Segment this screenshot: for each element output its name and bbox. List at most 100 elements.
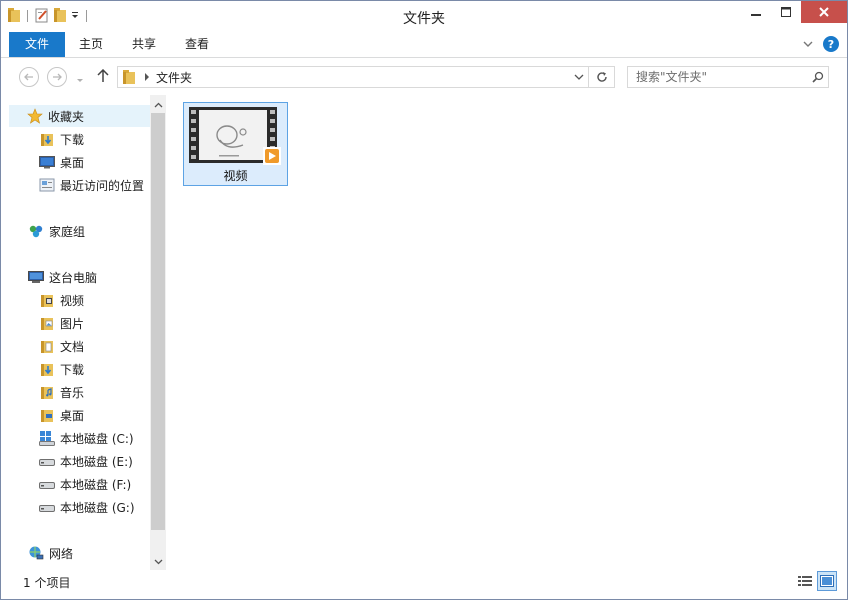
sidebar-item-label: 本地磁盘 (G:) [60, 500, 135, 515]
large-icons-view-button[interactable] [817, 571, 837, 591]
minimize-icon [751, 14, 761, 16]
scroll-up-button[interactable] [150, 97, 166, 113]
downloads-folder-icon [39, 131, 55, 147]
breadcrumb[interactable]: 文件夹 [156, 69, 192, 86]
arrow-right-icon [53, 73, 62, 81]
scroll-down-button[interactable] [150, 554, 166, 570]
back-button[interactable] [19, 67, 39, 87]
ribbon-right: ? [803, 36, 839, 52]
hard-drive-icon [39, 453, 55, 469]
explorer-window: 文件夹 文件 主页 共享 查看 ? 文件夹 搜索"文件夹" 收藏夹 下载 桌面 … [0, 0, 848, 600]
tab-home[interactable]: 主页 [65, 32, 117, 57]
file-item-label: 视频 [223, 169, 248, 183]
recent-locations-button[interactable] [76, 73, 84, 87]
downloads-folder-icon [39, 361, 55, 377]
sidebar-item-network[interactable]: 网络 [28, 542, 73, 564]
navigation-bar: 文件夹 [1, 58, 847, 95]
sidebar-item-label: 下载 [60, 362, 85, 377]
up-button[interactable] [97, 68, 109, 86]
refresh-button[interactable] [589, 66, 615, 88]
file-list[interactable]: 视频 [167, 95, 847, 570]
ribbon: 文件 主页 共享 查看 ? [1, 31, 847, 58]
sidebar-item-label: 家庭组 [49, 224, 86, 239]
sidebar-item-pictures[interactable]: 图片 [39, 312, 84, 334]
breadcrumb-chevron-icon[interactable] [144, 73, 150, 81]
sidebar-item-label: 音乐 [60, 385, 85, 400]
sidebar-item-videos[interactable]: 视频 [39, 289, 84, 311]
sidebar-item-label: 下载 [60, 132, 85, 147]
sidebar-item-documents[interactable]: 文档 [39, 335, 84, 357]
system-drive-icon [39, 430, 55, 446]
sidebar-item-drive-c[interactable]: 本地磁盘 (C:) [39, 427, 134, 449]
recent-places-icon [39, 177, 55, 193]
hard-drive-icon [39, 476, 55, 492]
scroll-thumb[interactable] [151, 113, 165, 530]
sidebar-item-label: 网络 [49, 546, 74, 561]
sidebar-item-homegroup[interactable]: 家庭组 [28, 220, 85, 242]
sidebar-item-label: 视频 [60, 293, 85, 308]
tab-file[interactable]: 文件 [9, 32, 65, 57]
video-thumbnail-icon [189, 107, 281, 165]
chevron-down-icon [154, 559, 162, 565]
music-folder-icon [39, 384, 55, 400]
sidebar-item-downloads[interactable]: 下载 [39, 128, 84, 150]
title-bar: 文件夹 [1, 1, 847, 31]
window-title: 文件夹 [403, 11, 445, 27]
search-input[interactable] [636, 68, 812, 86]
desktop-folder-icon [39, 407, 55, 423]
large-icons-view-icon [820, 575, 834, 587]
help-button[interactable]: ? [823, 36, 839, 52]
item-count: 1 个项目 [23, 576, 71, 590]
file-item-video[interactable]: 视频 [183, 102, 288, 186]
details-view-button[interactable] [795, 571, 815, 591]
sidebar-item-music[interactable]: 音乐 [39, 381, 84, 403]
network-icon [28, 545, 44, 561]
sidebar-item-label: 本地磁盘 (C:) [60, 431, 134, 446]
search-icon[interactable] [812, 71, 824, 83]
address-bar[interactable]: 文件夹 [117, 66, 589, 88]
chevron-up-icon [154, 102, 162, 108]
address-history-button[interactable] [574, 73, 584, 81]
sidebar-item-label: 图片 [60, 316, 85, 331]
chevron-down-icon [803, 41, 813, 47]
status-bar: 1 个项目 [1, 570, 847, 599]
details-view-icon [798, 576, 812, 586]
pictures-folder-icon [39, 315, 55, 331]
computer-icon [28, 269, 44, 285]
sidebar-item-drive-f[interactable]: 本地磁盘 (F:) [39, 473, 131, 495]
star-icon [27, 108, 43, 124]
homegroup-icon [28, 223, 44, 239]
arrow-left-icon [24, 73, 33, 81]
expand-ribbon-button[interactable] [803, 37, 813, 51]
window-controls [741, 1, 847, 23]
sidebar-item-label: 本地磁盘 (E:) [60, 454, 133, 469]
sidebar-item-label: 最近访问的位置 [60, 178, 145, 193]
sidebar-item-label: 这台电脑 [49, 270, 98, 285]
maximize-button[interactable] [771, 1, 801, 23]
sidebar-item-drive-e[interactable]: 本地磁盘 (E:) [39, 450, 133, 472]
close-icon [819, 7, 829, 17]
close-button[interactable] [801, 1, 847, 23]
refresh-icon [596, 72, 607, 82]
sidebar-item-recent-places[interactable]: 最近访问的位置 [39, 174, 144, 196]
sidebar-item-desktop[interactable]: 桌面 [39, 151, 84, 173]
sidebar-item-label: 本地磁盘 (F:) [60, 477, 132, 492]
sidebar-item-label: 收藏夹 [48, 109, 85, 124]
sidebar-item-this-pc[interactable]: 这台电脑 [28, 266, 97, 288]
minimize-button[interactable] [741, 1, 771, 23]
sidebar-item-favorites[interactable]: 收藏夹 [9, 105, 150, 127]
search-box[interactable] [627, 66, 829, 88]
sidebar-item-desktop-pc[interactable]: 桌面 [39, 404, 84, 426]
folder-icon [122, 69, 136, 85]
sidebar-item-label: 文档 [60, 339, 85, 354]
desktop-icon [39, 154, 55, 170]
navigation-scrollbar[interactable] [150, 95, 166, 570]
sidebar-item-downloads-pc[interactable]: 下载 [39, 358, 84, 380]
chevron-down-icon [574, 74, 584, 80]
sidebar-item-drive-g[interactable]: 本地磁盘 (G:) [39, 496, 135, 518]
maximize-icon [781, 7, 791, 17]
tab-view[interactable]: 查看 [171, 32, 223, 57]
tab-share[interactable]: 共享 [117, 32, 171, 57]
forward-button[interactable] [47, 67, 67, 87]
sidebar-item-label: 桌面 [60, 155, 85, 170]
